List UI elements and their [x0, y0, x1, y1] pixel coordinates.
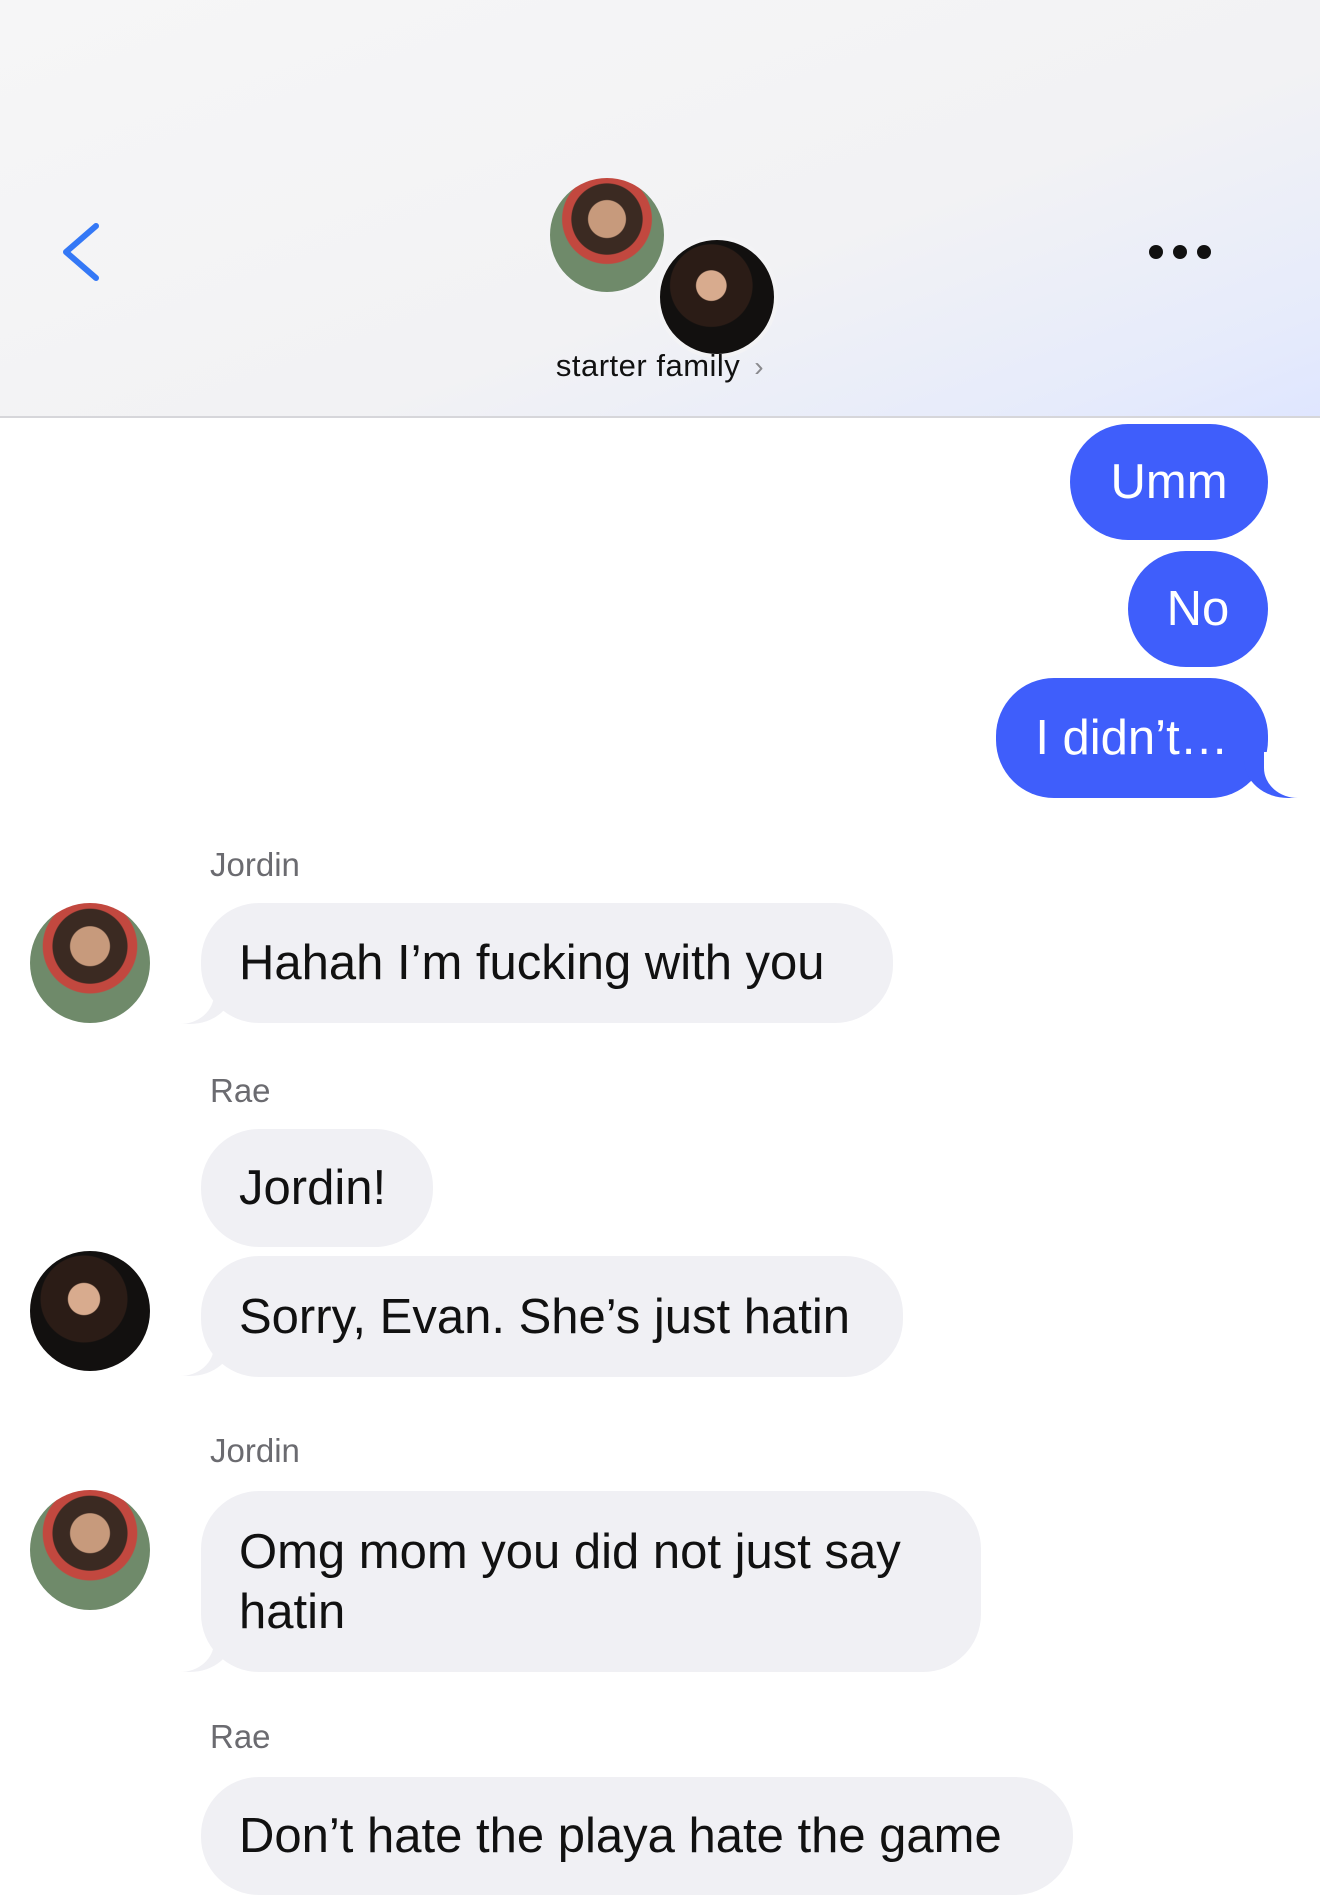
incoming-message[interactable]: Omg mom you did not just say hatin [201, 1491, 981, 1672]
back-button[interactable] [52, 210, 112, 290]
jordin-avatar[interactable] [546, 174, 668, 296]
outgoing-message[interactable]: I didn’t… [996, 678, 1268, 798]
rae-avatar[interactable] [656, 236, 778, 358]
jordin-avatar[interactable] [30, 903, 150, 1023]
conversation-header: starter family › [0, 0, 1320, 418]
outgoing-message[interactable]: Umm [1070, 424, 1268, 540]
sender-name: Jordin [210, 1432, 300, 1469]
chevron-left-icon [63, 223, 99, 281]
group-name-button[interactable]: starter family › [500, 348, 820, 384]
chevron-right-icon: › [754, 351, 765, 382]
incoming-message[interactable]: Jordin! [201, 1129, 433, 1247]
sender-name: Rae [210, 1072, 271, 1109]
sender-name: Jordin [210, 846, 300, 883]
bubble-tail [1244, 752, 1304, 798]
ellipsis-icon [1149, 245, 1211, 259]
sender-name: Rae [210, 1718, 271, 1755]
incoming-message[interactable]: Don’t hate the playa hate the game [201, 1777, 1073, 1895]
jordin-avatar[interactable] [30, 1490, 150, 1610]
outgoing-message[interactable]: No [1128, 551, 1268, 667]
incoming-message[interactable]: Sorry, Evan. She’s just hatin [201, 1256, 903, 1377]
incoming-message[interactable]: Hahah I’m fucking with you [201, 903, 893, 1023]
group-name: starter family [555, 348, 741, 383]
more-options-button[interactable] [1140, 230, 1220, 274]
rae-avatar[interactable] [30, 1251, 150, 1371]
